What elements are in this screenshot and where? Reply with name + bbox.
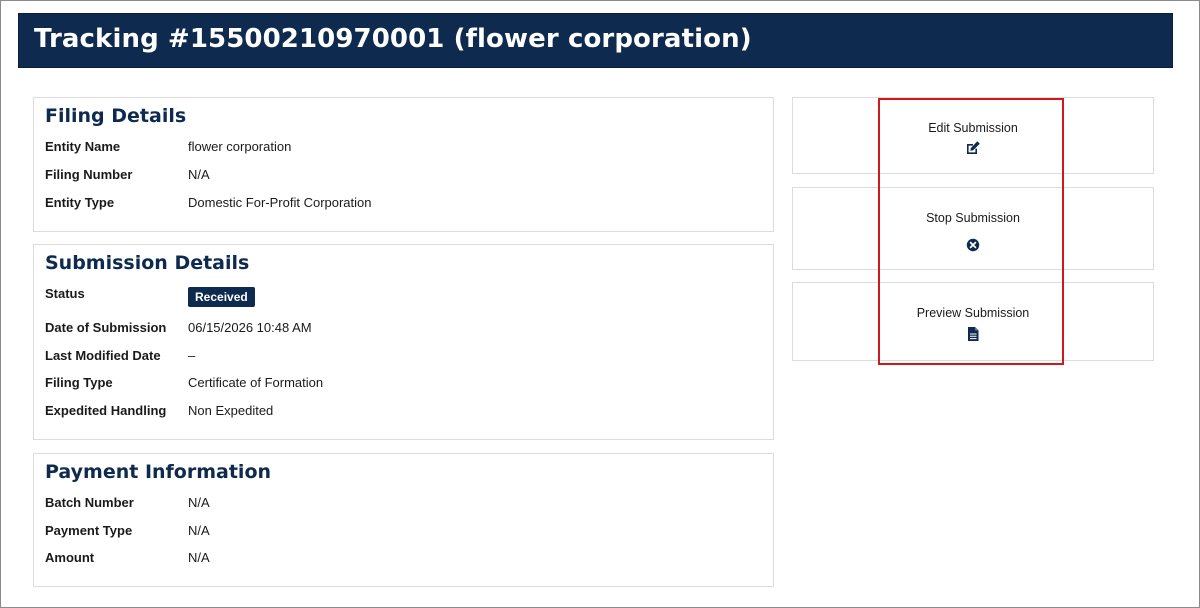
preview-submission-button[interactable]: Preview Submission	[792, 282, 1154, 361]
page-header: Tracking #15500210970001 (flower corpora…	[18, 13, 1173, 68]
status-label: Status	[45, 286, 85, 301]
batch-number-label: Batch Number	[45, 495, 134, 510]
batch-number-value: N/A	[188, 495, 210, 510]
entity-type-value: Domestic For-Profit Corporation	[188, 195, 372, 210]
submission-details-heading: Submission Details	[45, 252, 250, 274]
stop-submission-button[interactable]: Stop Submission	[792, 187, 1154, 270]
submission-details-card: Submission Details Status Received Date …	[33, 244, 774, 440]
edit-icon	[967, 141, 980, 154]
payment-type-value: N/A	[188, 523, 210, 538]
edit-submission-button[interactable]: Edit Submission	[792, 97, 1154, 174]
filing-details-heading: Filing Details	[45, 105, 187, 127]
last-modified-date-label: Last Modified Date	[45, 348, 161, 363]
amount-label: Amount	[45, 550, 95, 565]
payment-information-heading: Payment Information	[45, 461, 272, 483]
page-title: Tracking #15500210970001 (flower corpora…	[34, 24, 752, 54]
amount-value: N/A	[188, 550, 210, 565]
filing-number-label: Filing Number	[45, 167, 133, 182]
expedited-handling-label: Expedited Handling	[45, 403, 167, 418]
entity-type-label: Entity Type	[45, 195, 115, 210]
close-circle-icon	[966, 238, 980, 252]
date-of-submission-label: Date of Submission	[45, 320, 167, 335]
payment-information-card: Payment Information Batch Number N/A Pay…	[33, 453, 774, 587]
date-of-submission-value: 06/15/2026 10:48 AM	[188, 320, 312, 335]
entity-name-label: Entity Name	[45, 139, 121, 154]
filing-type-value: Certificate of Formation	[188, 375, 324, 390]
stop-submission-label: Stop Submission	[926, 211, 1020, 225]
entity-name-value: flower corporation	[188, 139, 292, 154]
expedited-handling-value: Non Expedited	[188, 403, 274, 418]
filing-type-label: Filing Type	[45, 375, 113, 390]
document-icon	[968, 327, 979, 341]
preview-submission-label: Preview Submission	[916, 306, 1030, 320]
last-modified-date-value: –	[188, 348, 196, 363]
filing-details-card: Filing Details Entity Name flower corpor…	[33, 97, 774, 232]
edit-submission-label: Edit Submission	[928, 121, 1018, 135]
payment-type-label: Payment Type	[45, 523, 133, 538]
status-badge: Received	[188, 287, 255, 307]
filing-number-value: N/A	[188, 167, 210, 182]
